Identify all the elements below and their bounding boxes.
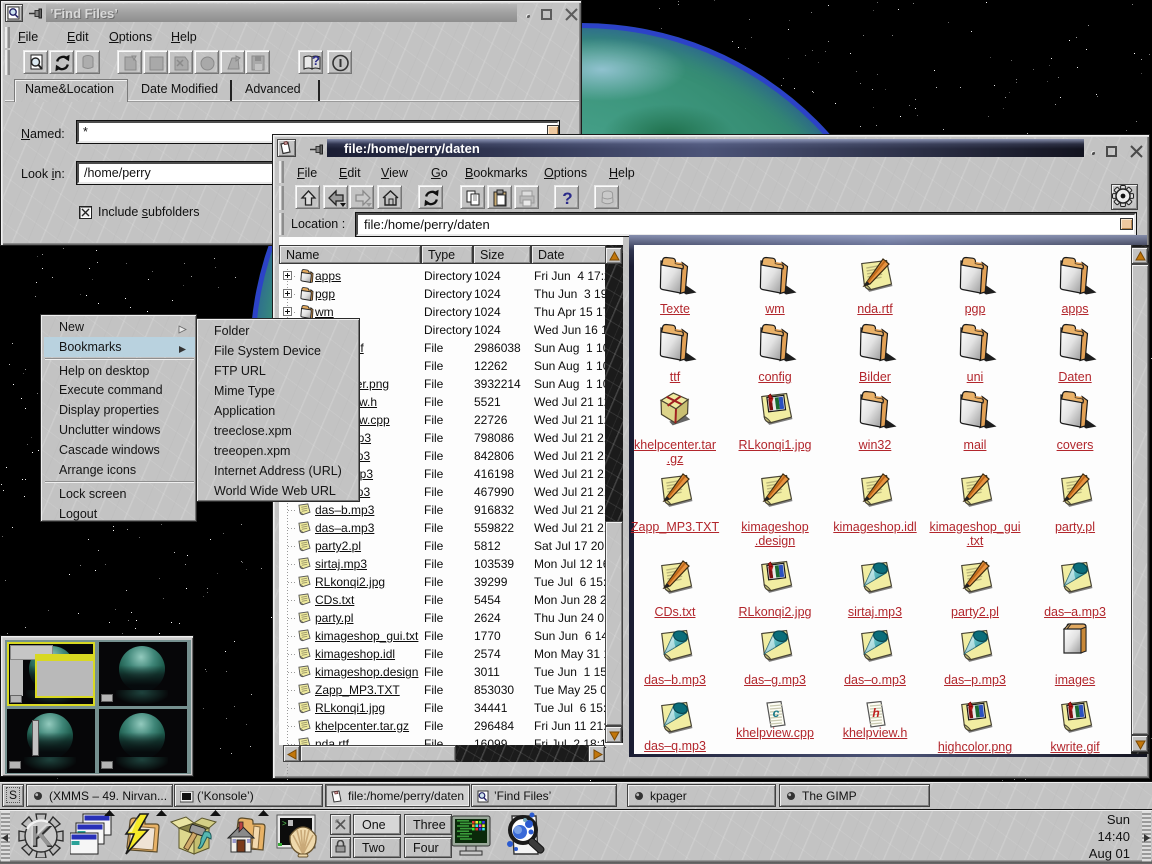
svg-text:c: c [773,706,780,720]
svg-text:>: > [282,819,287,828]
svg-text:?: ? [562,189,572,208]
svg-text:?: ? [312,53,320,68]
svg-text:K: K [29,818,52,853]
svg-text:h: h [872,706,879,720]
